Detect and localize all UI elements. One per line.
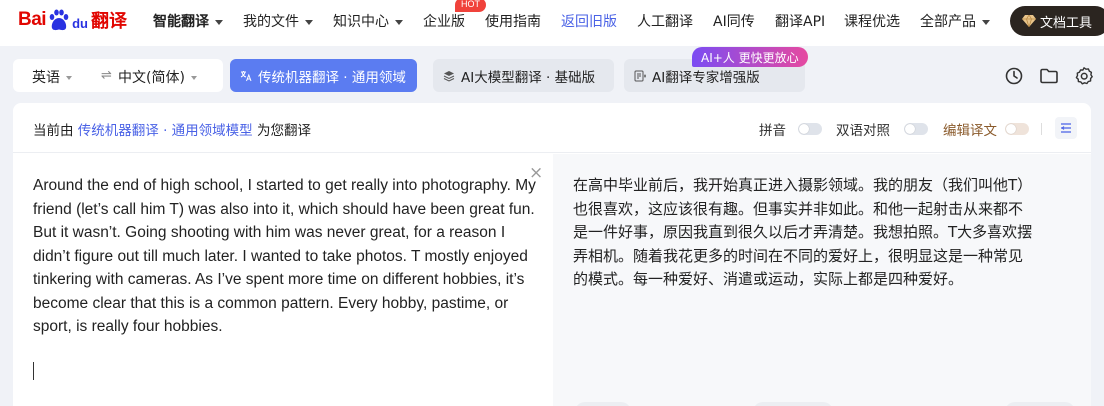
nav-label: 翻译API (775, 14, 826, 30)
nav-label: 智能翻译 (153, 14, 209, 30)
paw-icon (49, 9, 69, 31)
nav-smart-translate[interactable]: 智能翻译 (153, 11, 223, 31)
engine-info: 当前由 传统机器翻译 · 通用领域模型 为您翻译 (33, 119, 311, 139)
source-text-area[interactable]: Around the end of high school, I started… (13, 154, 553, 406)
logo-text-bai: Bai (18, 9, 47, 30)
nav-courses[interactable]: 课程优选 (844, 11, 900, 31)
top-nav: Bai du 翻译 智能翻译 我的文件 知识中心 企业版 HOT 使用指南 返回… (0, 0, 1104, 46)
engine-model-link[interactable]: 传统机器翻译 · 通用领域模型 (78, 123, 253, 139)
translated-text: 在高中毕业前后，我开始真正进入摄影领域。我的朋友（我们叫他T）也很喜欢，这应该很… (573, 176, 1033, 288)
menu-lines-icon (1061, 123, 1071, 133)
translate-icon (240, 70, 252, 81)
language-selector: 英语 ⇌ 中文(简体) (13, 59, 223, 92)
source-text[interactable]: Around the end of high school, I started… (33, 174, 538, 339)
nav-label: 我的文件 (243, 14, 299, 30)
hot-badge: HOT (455, 0, 486, 12)
nav-label: 知识中心 (333, 14, 389, 30)
nav-label: AI同传 (713, 14, 755, 30)
bilingual-toggle[interactable] (904, 123, 928, 135)
logo-text-fanyi: 翻译 (90, 11, 127, 32)
nav-label: 使用指南 (485, 14, 541, 30)
divider (1041, 123, 1042, 135)
layout-menu-button[interactable] (1055, 117, 1077, 139)
action-button[interactable] (575, 402, 631, 406)
action-button[interactable] (1005, 402, 1075, 406)
translation-panel: 当前由 传统机器翻译 · 通用领域模型 为您翻译 拼音 双语对照 编辑译文 Ar… (13, 103, 1091, 406)
nav-my-files[interactable]: 我的文件 (243, 11, 313, 31)
bilingual-label: 双语对照 (836, 123, 890, 139)
source-language-label: 英语 (32, 70, 60, 86)
expert-doc-icon (634, 70, 646, 81)
doc-tools-button[interactable]: 文档工具 (1010, 6, 1104, 36)
chevron-down-icon (215, 19, 223, 25)
source-language-select[interactable]: 英语 (32, 67, 72, 87)
close-icon[interactable]: × (529, 164, 543, 182)
nav-label: 企业版 (423, 14, 465, 30)
mode-label: 传统机器翻译 · 通用领域 (258, 69, 406, 86)
pinyin-label: 拼音 (759, 123, 786, 139)
nav-label: 人工翻译 (637, 14, 693, 30)
layers-icon (443, 70, 455, 82)
chevron-down-icon (395, 19, 403, 25)
target-text-area: 在高中毕业前后，我开始真正进入摄影领域。我的朋友（我们叫他T）也很喜欢，这应该很… (553, 154, 1091, 406)
chevron-down-icon (190, 76, 197, 80)
panel-header: 当前由 传统机器翻译 · 通用领域模型 为您翻译 拼音 双语对照 编辑译文 (13, 103, 1091, 153)
engine-suffix: 为您翻译 (256, 123, 311, 139)
nav-human-translation[interactable]: 人工翻译 (637, 11, 693, 31)
pinyin-toggle[interactable] (798, 123, 822, 135)
nav-enterprise[interactable]: 企业版 (423, 11, 465, 31)
swap-languages-icon[interactable]: ⇌ (101, 68, 112, 83)
chevron-down-icon (305, 19, 313, 25)
nav-knowledge-center[interactable]: 知识中心 (333, 11, 403, 31)
target-language-label: 中文(简体) (118, 70, 185, 86)
mode-ai-llm-button[interactable]: AI大模型翻译 · 基础版 (433, 59, 614, 92)
nav-return-old-version[interactable]: 返回旧版 (561, 11, 617, 31)
doc-tools-label: 文档工具 (1040, 15, 1093, 31)
history-icon[interactable] (1004, 66, 1024, 86)
nav-ai-interpretation[interactable]: AI同传 (713, 11, 755, 31)
nav-label: 返回旧版 (561, 14, 617, 30)
nav-all-products[interactable]: 全部产品 (920, 11, 990, 31)
mode-traditional-mt-button[interactable]: 传统机器翻译 · 通用领域 (230, 59, 417, 92)
folder-icon[interactable] (1039, 66, 1059, 86)
chevron-down-icon (982, 19, 990, 25)
engine-prefix: 当前由 (33, 123, 74, 139)
ai-promo-badge: AI+人 更快更放心 (692, 47, 808, 67)
diamond-icon (1022, 15, 1036, 27)
baidu-fanyi-logo[interactable]: Bai du 翻译 (18, 4, 127, 36)
chevron-down-icon (66, 76, 72, 80)
mode-label: AI翻译专家增强版 (652, 69, 760, 86)
nav-label: 课程优选 (844, 14, 900, 30)
settings-icon[interactable] (1074, 66, 1094, 86)
target-language-select[interactable]: 中文(简体) (118, 67, 197, 87)
logo-text-du: du (72, 15, 88, 31)
mode-label: AI大模型翻译 · 基础版 (461, 69, 596, 86)
text-cursor (33, 362, 34, 380)
nav-user-guide[interactable]: 使用指南 (485, 11, 541, 31)
edit-translation-toggle[interactable] (1005, 123, 1029, 135)
edit-translation-label: 编辑译文 (943, 123, 997, 139)
nav-label: 全部产品 (920, 14, 976, 30)
action-button[interactable] (753, 402, 833, 406)
nav-translate-api[interactable]: 翻译API (775, 11, 825, 31)
